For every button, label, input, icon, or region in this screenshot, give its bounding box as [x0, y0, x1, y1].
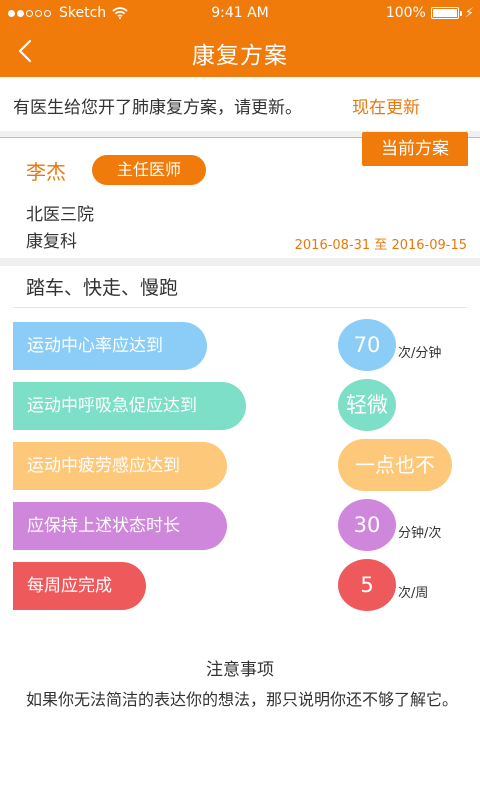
battery-icon: [430, 7, 462, 19]
weekly-frequency-value: 5: [338, 559, 396, 611]
status-bar: Sketch 9:41 AM 100% ⚡: [0, 0, 480, 26]
weekly-frequency-label: 每周应完成: [13, 562, 146, 610]
notes-title: 注意事项: [206, 660, 274, 680]
breathlessness-label: 运动中呼吸急促应达到: [13, 382, 246, 430]
current-plan-tag: 当前方案: [362, 132, 468, 166]
exercise-divider: [13, 307, 467, 308]
notice-text: 有医生给您开了肺康复方案，请更新。: [13, 98, 302, 118]
breathlessness-value: 轻微: [338, 379, 396, 431]
target-heart-rate-label: 运动中心率应达到: [13, 322, 207, 370]
department-name: 康复科: [26, 232, 77, 252]
duration-unit: 分钟/次: [398, 526, 442, 541]
section-separator: [0, 258, 480, 266]
notes-text: 如果你无法简洁的表达你的想法，那只说明你还不够了解它。: [26, 690, 459, 709]
update-notice-banner: 有医生给您开了肺康复方案，请更新。 现在更新: [0, 77, 480, 131]
doctor-name: 李杰: [26, 160, 66, 184]
exercise-title: 踏车、快走、慢跑: [26, 277, 179, 299]
battery-percentage: 100%: [385, 5, 426, 21]
hospital-name: 北医三院: [26, 205, 94, 225]
navigation-bar: Sketch 9:41 AM 100% ⚡ 康复方案: [0, 0, 480, 77]
plan-date-range: 2016-08-31 至 2016-09-15: [294, 238, 467, 253]
duration-label: 应保持上述状态时长: [13, 502, 227, 550]
page-title: 康复方案: [192, 43, 288, 69]
charging-bolt-icon: ⚡: [464, 5, 474, 21]
target-heart-rate-unit: 次/分钟: [398, 346, 442, 361]
status-right: 100% ⚡: [386, 5, 474, 21]
fatigue-value: 一点也不: [338, 439, 452, 491]
update-now-link[interactable]: 现在更新: [352, 93, 420, 118]
target-heart-rate-value: 70: [338, 319, 396, 371]
fatigue-label: 运动中疲劳感应达到: [13, 442, 227, 490]
doctor-title-badge: 主任医师: [92, 155, 206, 185]
weekly-frequency-unit: 次/周: [398, 586, 429, 601]
duration-value: 30: [338, 499, 396, 551]
